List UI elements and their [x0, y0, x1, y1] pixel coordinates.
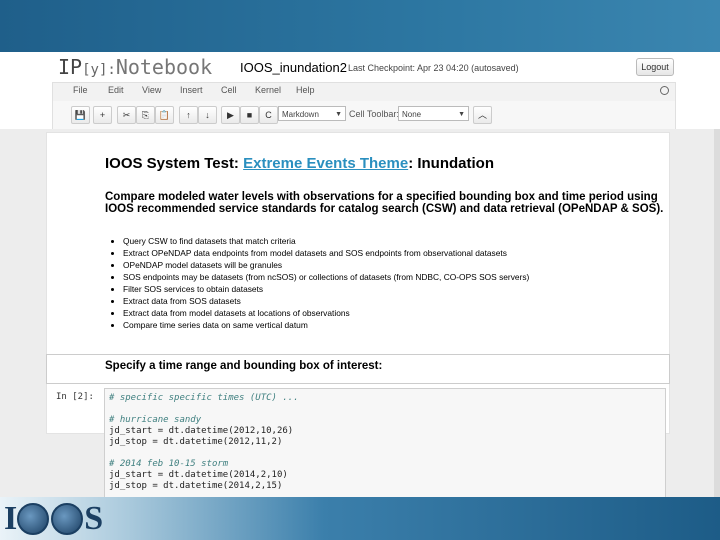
- page-title: IOOS System Test: Extreme Events Theme: …: [105, 155, 494, 172]
- stop-icon[interactable]: ■: [240, 106, 259, 124]
- move-down-icon[interactable]: ↓: [198, 106, 217, 124]
- slide-bottom-band: [0, 497, 720, 540]
- save-icon[interactable]: 💾: [71, 106, 90, 124]
- logo-y: [y]:: [82, 62, 116, 78]
- list-item: SOS endpoints may be datasets (from ncSO…: [123, 271, 529, 283]
- description-text: Compare modeled water levels with observ…: [105, 191, 664, 215]
- list-item: Extract OPeNDAP data endpoints from mode…: [123, 247, 529, 259]
- menu-help[interactable]: Help: [296, 85, 315, 95]
- cell-toolbar-value: None: [402, 110, 422, 119]
- list-item: Extract data from SOS datasets: [123, 295, 529, 307]
- list-item: OPeNDAP model datasets will be granules: [123, 259, 529, 271]
- chevron-down-icon: ▼: [458, 111, 465, 118]
- globe-icon: [51, 502, 84, 535]
- checkpoint-status: Last Checkpoint: Apr 23 04:20 (autosaved…: [348, 63, 519, 73]
- menu-cell[interactable]: Cell: [221, 85, 237, 95]
- code-cell[interactable]: In [2]: # specific specific times (UTC) …: [46, 386, 668, 497]
- list-item: Compare time series data on same vertica…: [123, 319, 529, 331]
- cell-toolbar-label: Cell Toolbar:: [349, 109, 399, 119]
- logo-s: S: [84, 499, 103, 537]
- menu-edit[interactable]: Edit: [108, 85, 124, 95]
- code-line: jd_start = dt.datetime(2014,2,10): [109, 470, 288, 480]
- code-line: # specific specific times (UTC) ...: [109, 393, 299, 403]
- menu-bar: File Edit View Insert Cell Kernel Help: [52, 82, 676, 102]
- cut-icon[interactable]: ✂: [117, 106, 136, 124]
- logo-suffix: Notebook: [115, 55, 213, 79]
- copy-icon[interactable]: ⎘: [136, 106, 155, 124]
- ioos-logo: IS: [4, 497, 103, 540]
- subheading: Specify a time range and bounding box of…: [105, 360, 383, 372]
- menu-view[interactable]: View: [142, 85, 161, 95]
- code-line: # 2014 feb 10-15 storm: [109, 459, 229, 469]
- markdown-cell-selected[interactable]: Specify a time range and bounding box of…: [46, 354, 670, 384]
- cell-type-select[interactable]: Markdown ▼: [278, 106, 346, 121]
- toolbar: 💾 + ✂ ⎘ 📋 ↑ ↓ ▶ ■ C Markdown ▼ Cell Toolb…: [52, 101, 676, 130]
- insert-cell-icon[interactable]: +: [93, 106, 112, 124]
- notebook-header: IP[y]:Notebook IOOS_inundation2 Last Che…: [0, 52, 720, 82]
- input-prompt: In [2]:: [56, 392, 94, 402]
- code-line: # hurricane sandy: [109, 415, 202, 425]
- notebook-window: IP[y]:Notebook IOOS_inundation2 Last Che…: [0, 52, 720, 497]
- code-line: jd_stop = dt.datetime(2012,11,2): [109, 437, 283, 447]
- notebook-name[interactable]: IOOS_inundation2: [240, 60, 347, 75]
- restart-icon[interactable]: C: [259, 106, 278, 124]
- menu-kernel[interactable]: Kernel: [255, 85, 281, 95]
- logout-button[interactable]: Logout: [636, 58, 674, 76]
- collapse-header-icon[interactable]: ︿: [473, 106, 492, 124]
- ipython-logo[interactable]: IP[y]:Notebook: [58, 55, 212, 79]
- code-editor[interactable]: # specific specific times (UTC) ... # hu…: [104, 388, 666, 497]
- code-line: jd_start = dt.datetime(2012,10,26): [109, 426, 294, 436]
- list-item: Query CSW to find datasets that match cr…: [123, 235, 529, 247]
- globe-icon: [17, 502, 50, 535]
- logo-prefix: IP: [58, 55, 83, 79]
- list-item: Extract data from model datasets at loca…: [123, 307, 529, 319]
- list-item: Filter SOS services to obtain datasets: [123, 283, 529, 295]
- logo-i: I: [4, 499, 17, 537]
- cell-toolbar-select[interactable]: None ▼: [398, 106, 469, 121]
- notebook-container: IOOS System Test: Extreme Events Theme: …: [0, 129, 720, 497]
- slide-top-band: [0, 0, 720, 52]
- title-suffix: : Inundation: [408, 155, 494, 172]
- scrollbar[interactable]: [714, 129, 720, 497]
- chevron-down-icon: ▼: [335, 111, 342, 118]
- menu-insert[interactable]: Insert: [180, 85, 203, 95]
- cell-type-value: Markdown: [282, 110, 319, 119]
- title-prefix: IOOS System Test:: [105, 155, 239, 172]
- title-link[interactable]: Extreme Events Theme: [243, 155, 408, 172]
- code-line: jd_stop = dt.datetime(2014,2,15): [109, 481, 283, 491]
- task-list: Query CSW to find datasets that match cr…: [105, 235, 529, 331]
- run-icon[interactable]: ▶: [221, 106, 240, 124]
- move-up-icon[interactable]: ↑: [179, 106, 198, 124]
- kernel-status-icon: [660, 86, 669, 95]
- paste-icon[interactable]: 📋: [155, 106, 174, 124]
- menu-file[interactable]: File: [73, 85, 88, 95]
